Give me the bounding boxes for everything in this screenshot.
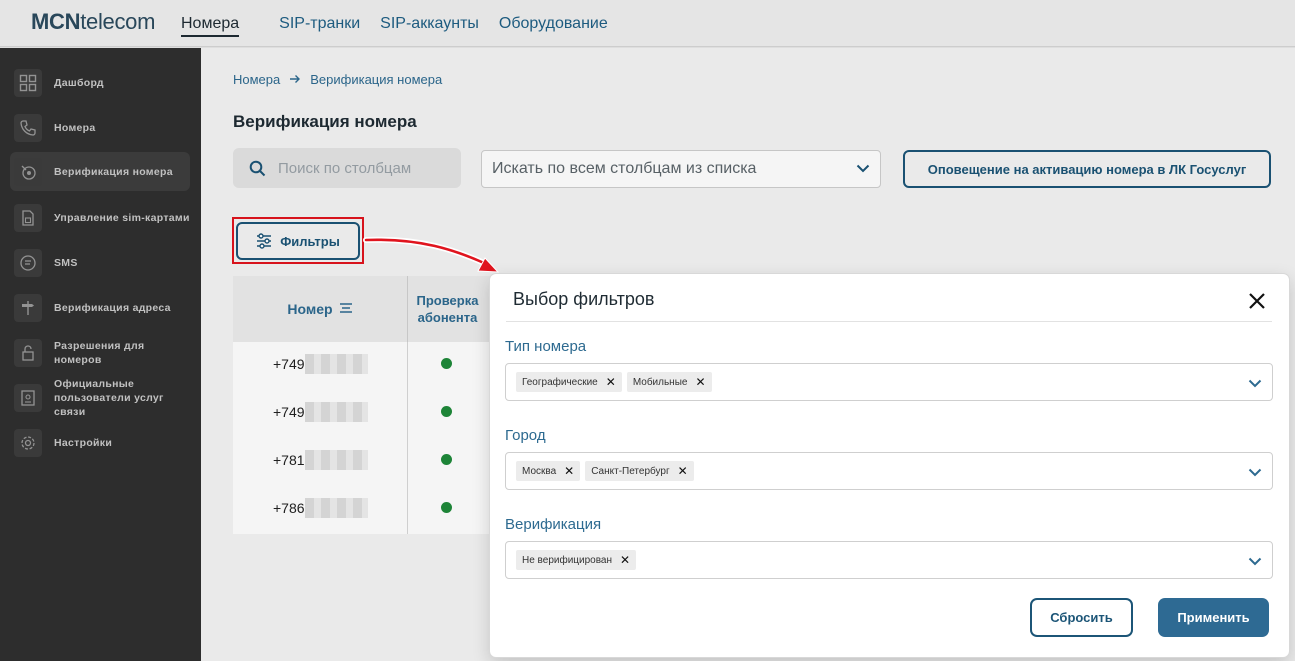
remove-chip-icon[interactable]: ✕ [678, 464, 688, 478]
breadcrumb: Номера Верификация номера [233, 72, 442, 87]
sidebar-item-settings[interactable]: Настройки [10, 428, 190, 458]
number-type-select[interactable]: Географические ✕ Мобильные ✕ [505, 363, 1273, 401]
redacted-digits [305, 450, 368, 470]
topnav-item-equipment[interactable]: Оборудование [499, 15, 608, 37]
number-type-label: Тип номера [505, 338, 587, 355]
status-ok-dot [441, 358, 452, 369]
signpost-icon [14, 294, 42, 322]
filter-dialog: Выбор фильтров Тип номера Географические… [490, 274, 1289, 657]
chevron-down-icon[interactable] [1248, 375, 1262, 393]
badge-icon [14, 384, 42, 412]
phone-number: +781 [273, 452, 305, 468]
dialog-title: Выбор фильтров [513, 289, 655, 309]
status-ok-dot [441, 454, 452, 465]
sidebar-item-number-verification[interactable]: Верификация номера [10, 152, 190, 191]
chip-geographic: Географические ✕ [516, 372, 622, 392]
gosuslugi-notify-button[interactable]: Оповещение на активацию номера в ЛК Госу… [903, 150, 1271, 188]
status-ok-dot [441, 406, 452, 417]
chevron-down-icon[interactable] [1248, 464, 1262, 482]
chip-list: Москва ✕ Санкт-Петербург ✕ [516, 461, 699, 481]
lock-icon [14, 339, 42, 367]
chip-saint-petersburg: Санкт-Петербург ✕ [585, 461, 694, 481]
sidebar-item-label: Верификация адреса [54, 302, 171, 314]
sidebar-item-label: Дашборд [54, 77, 104, 89]
redacted-digits [305, 402, 368, 422]
sidebar-item-label: Разрешения для номеров [54, 340, 145, 366]
filters-highlight-frame [232, 217, 364, 264]
sidebar-item-number-permissions[interactable]: Разрешения для номеров [10, 337, 190, 369]
chip-moscow: Москва ✕ [516, 461, 581, 481]
gear-icon [14, 429, 42, 457]
column-header-number[interactable]: Номер [233, 276, 407, 342]
table-row[interactable]: +781 [233, 438, 487, 486]
column-select[interactable]: Искать по всем столбцам из списка [481, 150, 881, 188]
phone-number: +749 [273, 404, 305, 420]
sidebar-item-sms[interactable]: SMS [10, 248, 190, 278]
search-icon [249, 160, 266, 177]
dashboard-icon [14, 69, 42, 97]
sidebar-item-dashboard[interactable]: Дашборд [10, 68, 190, 98]
chip-mobile: Мобильные ✕ [626, 372, 712, 392]
remove-chip-icon[interactable]: ✕ [564, 464, 574, 478]
city-label: Город [505, 427, 546, 444]
sidebar-item-label: Верификация номера [54, 165, 173, 178]
topnav-item-sip-accounts[interactable]: SIP-аккаунты [380, 15, 479, 37]
breadcrumb-root[interactable]: Номера [233, 72, 280, 87]
sidebar-item-sim-management[interactable]: Управление sim-картами [10, 203, 190, 233]
table-row[interactable]: +749 [233, 390, 487, 438]
chip-list: Не верифицирован ✕ [516, 550, 641, 570]
dialog-divider [506, 321, 1272, 322]
city-select[interactable]: Москва ✕ Санкт-Петербург ✕ [505, 452, 1273, 490]
sidebar-item-address-verification[interactable]: Верификация адреса [10, 293, 190, 323]
app-logo[interactable]: MCNtelecom [31, 9, 155, 35]
chip-not-verified: Не верифицирован ✕ [516, 550, 637, 570]
topnav-item-sip-trunks[interactable]: SIP-транки [279, 15, 360, 37]
page-title: Верификация номера [233, 112, 417, 131]
sidebar-item-label: Официальные пользователи услуг связи [54, 378, 164, 418]
chevron-down-icon [856, 160, 870, 178]
top-bar: MCNtelecom Номера SIP-транки SIP-аккаунт… [0, 0, 1295, 47]
sim-icon [14, 204, 42, 232]
sidebar-item-official-users[interactable]: Официальные пользователи услуг связи [10, 375, 190, 421]
sidebar-item-label: Номера [54, 122, 96, 134]
chevron-down-icon[interactable] [1248, 553, 1262, 571]
phone-number: +749 [273, 356, 305, 372]
verify-icon [14, 157, 42, 186]
phone-number: +786 [273, 500, 305, 516]
remove-chip-icon[interactable]: ✕ [606, 375, 616, 389]
sort-icon[interactable] [339, 301, 353, 317]
search-placeholder: Поиск по столбцам [278, 159, 412, 177]
arrow-right-icon [289, 72, 301, 87]
column-header-subscriber-check[interactable]: Проверка абонента [407, 276, 487, 342]
redacted-digits [305, 498, 368, 518]
close-icon[interactable] [1244, 288, 1270, 314]
topnav-item-numbers[interactable]: Номера [181, 15, 240, 37]
table-row[interactable]: +786 [233, 486, 487, 534]
search-input[interactable]: Поиск по столбцам [233, 148, 461, 188]
status-ok-dot [441, 502, 452, 513]
sidebar-item-label: Управление sim-картами [54, 212, 190, 224]
reset-button[interactable]: Сбросить [1030, 598, 1133, 637]
sidebar: Дашборд Номера Верификация номера Управл… [0, 48, 201, 661]
table-row[interactable]: +749 [233, 342, 487, 390]
phone-icon [14, 114, 42, 142]
top-nav: Номера SIP-транки SIP-аккаунты Оборудова… [181, 15, 628, 37]
apply-button[interactable]: Применить [1158, 598, 1269, 637]
verification-label: Верификация [505, 516, 602, 533]
sms-icon [14, 249, 42, 277]
chip-list: Географические ✕ Мобильные ✕ [516, 372, 717, 392]
redacted-digits [305, 354, 368, 374]
sidebar-item-label: SMS [54, 257, 78, 269]
remove-chip-icon[interactable]: ✕ [620, 553, 630, 567]
remove-chip-icon[interactable]: ✕ [695, 375, 705, 389]
breadcrumb-current[interactable]: Верификация номера [310, 72, 442, 87]
sidebar-item-numbers[interactable]: Номера [10, 113, 190, 143]
column-select-value: Искать по всем столбцам из списка [492, 160, 757, 177]
verification-select[interactable]: Не верифицирован ✕ [505, 541, 1273, 579]
sidebar-item-label: Настройки [54, 437, 113, 449]
